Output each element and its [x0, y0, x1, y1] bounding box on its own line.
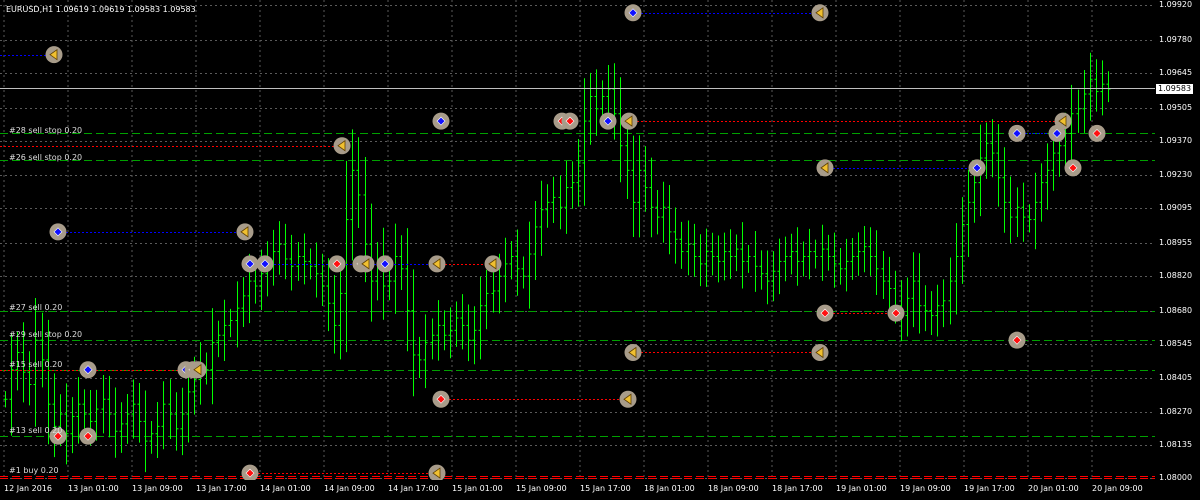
buy-marker-icon[interactable] — [241, 255, 259, 273]
time-axis-label: 12 Jan 2016 — [4, 484, 52, 493]
price-axis-label: 1.09645 — [1159, 68, 1193, 77]
time-axis-label: 19 Jan 17:00 — [964, 484, 1015, 493]
order-label: #26 sell stop 0.20 — [9, 153, 83, 162]
close-marker-icon[interactable] — [428, 255, 446, 273]
buy-marker-icon[interactable] — [79, 361, 97, 379]
time-axis-label: 15 Jan 01:00 — [452, 484, 503, 493]
order-label: #29 sell stop 0.20 — [9, 330, 83, 339]
close-marker-icon[interactable] — [619, 390, 637, 408]
close-marker-icon[interactable] — [333, 137, 351, 155]
buy-marker-icon[interactable] — [376, 255, 394, 273]
time-axis-label: 15 Jan 09:00 — [516, 484, 567, 493]
time-axis-label: 20 Jan 01:00 — [1028, 484, 1079, 493]
price-axis-label: 1.09505 — [1159, 103, 1193, 112]
sell-marker-icon[interactable] — [432, 390, 450, 408]
price-axis-label: 1.09230 — [1159, 170, 1193, 179]
price-axis-label: 1.09920 — [1159, 0, 1193, 9]
order-label: #15 sell 0.20 — [9, 360, 63, 369]
buy-marker-icon[interactable] — [624, 4, 642, 22]
buy-marker-icon[interactable] — [1008, 124, 1026, 142]
price-axis-label: 1.08545 — [1159, 339, 1193, 348]
chart-plot-area[interactable] — [0, 0, 1155, 480]
close-marker-icon[interactable] — [357, 255, 375, 273]
sell-marker-icon[interactable] — [1088, 124, 1106, 142]
time-axis-label: 19 Jan 09:00 — [900, 484, 951, 493]
close-marker-icon[interactable] — [45, 46, 63, 64]
chart-window[interactable]: EURUSD,H1 1.09619 1.09619 1.09583 1.0958… — [0, 0, 1200, 500]
close-marker-icon[interactable] — [811, 4, 829, 22]
symbol-info: EURUSD,H1 1.09619 1.09619 1.09583 1.0958… — [6, 5, 196, 14]
sell-marker-icon[interactable] — [561, 112, 579, 130]
close-marker-icon[interactable] — [620, 112, 638, 130]
time-axis-label: 13 Jan 01:00 — [68, 484, 119, 493]
chart-canvas[interactable] — [0, 0, 1155, 480]
price-axis-label: 1.08680 — [1159, 306, 1193, 315]
sell-marker-icon[interactable] — [816, 304, 834, 322]
time-axis-label: 18 Jan 01:00 — [644, 484, 695, 493]
buy-marker-icon[interactable] — [49, 223, 67, 241]
sell-marker-icon[interactable] — [1008, 331, 1026, 349]
time-axis-label: 18 Jan 09:00 — [708, 484, 759, 493]
close-marker-icon[interactable] — [428, 464, 446, 480]
time-axis-label: 13 Jan 17:00 — [196, 484, 247, 493]
sell-marker-icon[interactable] — [887, 304, 905, 322]
price-axis-label: 1.09370 — [1159, 136, 1193, 145]
time-axis-label: 19 Jan 01:00 — [836, 484, 887, 493]
sell-marker-icon[interactable] — [328, 255, 346, 273]
close-marker-icon[interactable] — [816, 159, 834, 177]
close-marker-icon[interactable] — [1054, 112, 1072, 130]
buy-marker-icon[interactable] — [599, 112, 617, 130]
order-label: #27 sell 0.20 — [9, 303, 63, 312]
time-axis-label: 14 Jan 01:00 — [260, 484, 311, 493]
time-axis-label: 14 Jan 09:00 — [324, 484, 375, 493]
time-axis-label: 20 Jan 09:00 — [1092, 484, 1143, 493]
close-marker-icon[interactable] — [811, 343, 829, 361]
time-axis[interactable]: 12 Jan 2016 13 Jan 01:00 13 Jan 09:00 13 Ja… — [0, 480, 1155, 500]
price-axis-label: 1.08270 — [1159, 407, 1193, 416]
price-axis-label: 1.08405 — [1159, 373, 1193, 382]
sell-marker-icon[interactable] — [241, 464, 259, 480]
close-marker-icon[interactable] — [484, 255, 502, 273]
current-price-label: 1.09583 — [1156, 83, 1194, 94]
time-axis-label: 15 Jan 17:00 — [580, 484, 631, 493]
time-axis-label: 18 Jan 17:00 — [772, 484, 823, 493]
sell-marker-icon[interactable] — [1064, 159, 1082, 177]
order-label: #28 sell stop 0.20 — [9, 126, 83, 135]
time-axis-label: 14 Jan 17:00 — [388, 484, 439, 493]
close-marker-icon[interactable] — [236, 223, 254, 241]
close-marker-icon[interactable] — [189, 361, 207, 379]
buy-marker-icon[interactable] — [432, 112, 450, 130]
buy-marker-icon[interactable] — [968, 159, 986, 177]
order-label: #13 sell 0.20 — [9, 426, 63, 435]
time-axis-label: 13 Jan 09:00 — [132, 484, 183, 493]
price-axis[interactable]: 1.09920 1.09780 1.09645 1.09505 1.09370 1.092… — [1155, 0, 1200, 482]
close-marker-icon[interactable] — [624, 343, 642, 361]
price-axis-label: 1.08000 — [1159, 473, 1193, 482]
buy-marker-icon[interactable] — [256, 255, 274, 273]
price-axis-label: 1.09780 — [1159, 35, 1193, 44]
price-axis-label: 1.08820 — [1159, 271, 1193, 280]
price-axis-label: 1.08955 — [1159, 238, 1193, 247]
price-axis-label: 1.08135 — [1159, 440, 1193, 449]
order-label: #1 buy 0.20 — [9, 466, 59, 475]
price-axis-label: 1.09095 — [1159, 203, 1193, 212]
sell-marker-icon[interactable] — [79, 427, 97, 445]
